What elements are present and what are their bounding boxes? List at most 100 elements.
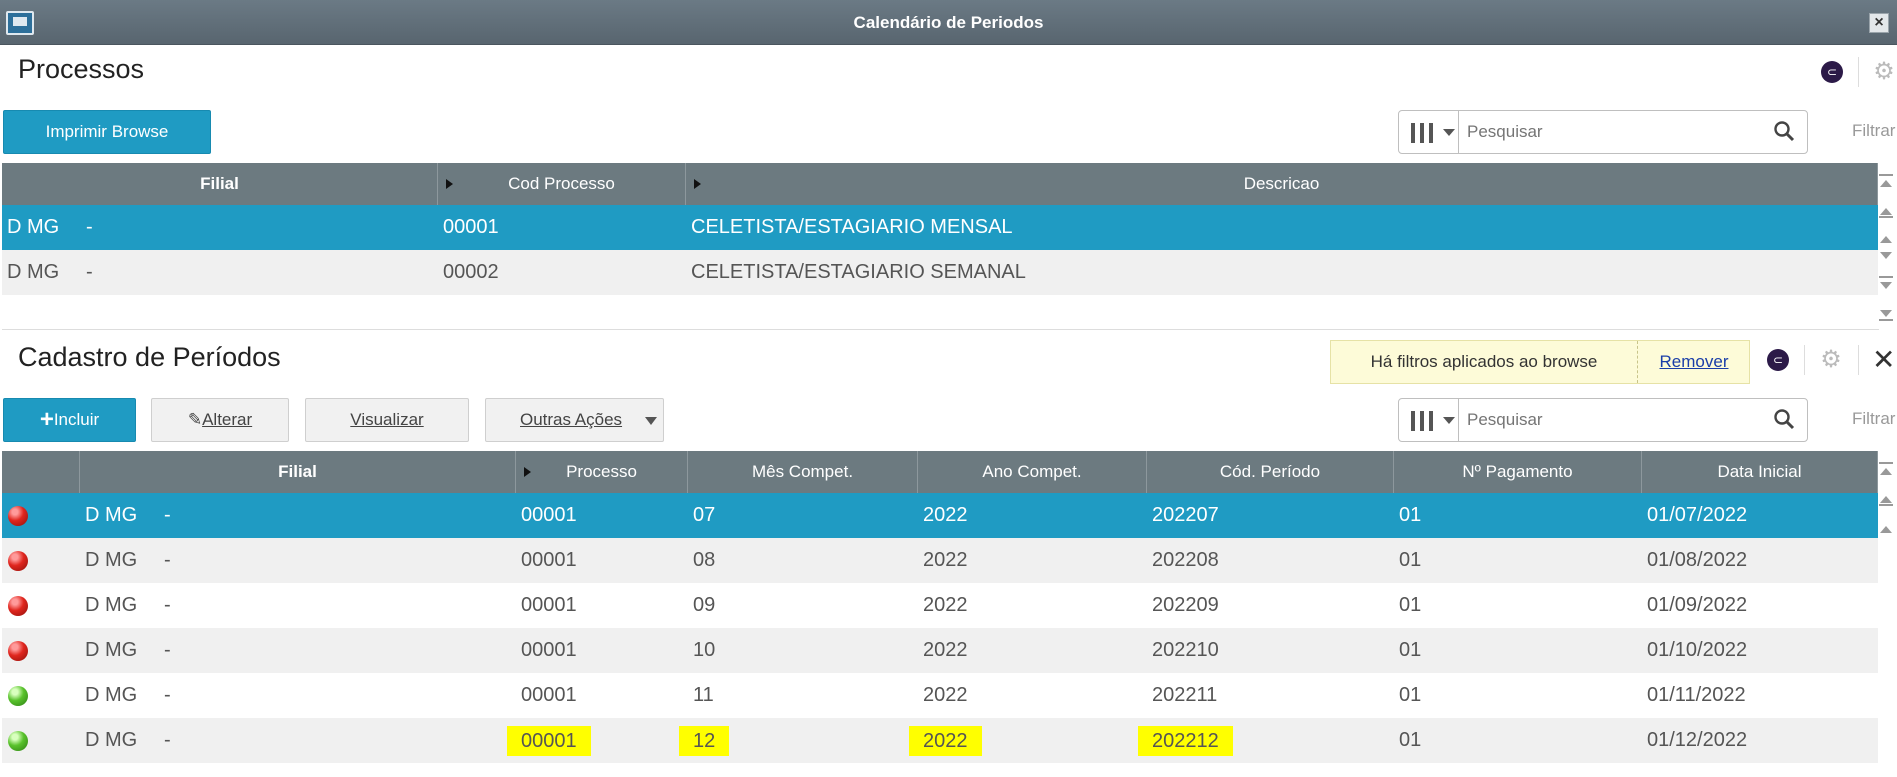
cell-processo: 00001 <box>521 684 577 706</box>
cadastro-grid-header: Filial Processo Mês Compet. Ano Compet. … <box>2 451 1878 493</box>
column-header-cod-processo[interactable]: Cod Processo <box>438 163 686 205</box>
divider <box>1858 345 1859 375</box>
column-header-filial[interactable]: Filial <box>80 451 516 493</box>
close-icon[interactable]: ✕ <box>1872 343 1895 376</box>
incluir-button[interactable]: +Incluir <box>3 398 136 442</box>
column-header-descricao[interactable]: Descricao <box>686 163 1878 205</box>
cell-data: 01/12/2022 <box>1647 729 1748 751</box>
cell-periodo: 202207 <box>1152 504 1219 526</box>
cell-data: 01/07/2022 <box>1647 504 1748 526</box>
scroll-up-icon[interactable] <box>1880 236 1892 243</box>
cell-data: 01/08/2022 <box>1647 549 1748 571</box>
divider <box>1858 57 1859 87</box>
outras-acoes-dropdown[interactable]: Outras Ações <box>485 398 664 442</box>
status-red-icon <box>8 596 28 616</box>
cadastro-title: Cadastro de Períodos <box>18 342 281 372</box>
cell-mes: 10 <box>693 639 716 661</box>
table-row[interactable]: D MG - 00001 08 2022 202208 01 01/08/2022 <box>2 538 1878 583</box>
scroll-page-down-icon[interactable] <box>1880 282 1892 289</box>
column-header-mes-compet[interactable]: Mês Compet. <box>688 451 918 493</box>
cell-ano: 2022 <box>923 684 968 706</box>
table-row[interactable]: D MG - 00001 10 2022 202210 01 01/10/2022 <box>2 628 1878 673</box>
cell-mes: 09 <box>693 594 716 616</box>
chevron-down-icon <box>645 417 657 425</box>
cadastro-filtrar-button[interactable]: Filtrar <box>1852 409 1895 429</box>
column-header-ano-compet[interactable]: Ano Compet. <box>918 451 1147 493</box>
user-icon[interactable]: ⊂ <box>1821 61 1843 83</box>
visualizar-button[interactable]: Visualizar <box>305 398 469 442</box>
cell-pagamento: 01 <box>1399 549 1422 571</box>
filter-notice: Há filtros aplicados ao browse Remover <box>1330 340 1750 384</box>
cell-periodo: 202208 <box>1152 549 1219 571</box>
table-row[interactable]: D MG - 00001 07 2022 202207 01 01/07/2022 <box>2 493 1878 538</box>
cell-ano: 2022 <box>923 504 968 526</box>
column-header-cod-periodo[interactable]: Cód. Período <box>1147 451 1394 493</box>
table-row[interactable]: D MG - 00001 12 2022 202212 01 01/12/2022 <box>2 718 1878 763</box>
column-header-data-inicial[interactable]: Data Inicial <box>1642 451 1878 493</box>
processos-grid-header: Filial Cod Processo Descricao <box>2 163 1878 205</box>
status-red-icon <box>8 551 28 571</box>
remove-filter-link[interactable]: Remover <box>1638 341 1750 383</box>
cell-sep: - <box>164 549 171 571</box>
user-icon[interactable]: ⊂ <box>1767 349 1789 371</box>
column-header-n-pagamento[interactable]: Nº Pagamento <box>1394 451 1642 493</box>
column-header-processo[interactable]: Processo <box>516 451 688 493</box>
gear-icon[interactable]: ⚙ <box>1873 60 1895 84</box>
window-title: Calendário de Periodos <box>853 13 1044 32</box>
processos-search-input[interactable] <box>1467 117 1767 147</box>
cell-periodo: 202209 <box>1152 594 1219 616</box>
scroll-up-icon[interactable] <box>1880 526 1892 533</box>
scroll-page-up-icon[interactable] <box>1880 496 1892 503</box>
alterar-button[interactable]: ✎Alterar <box>151 398 289 442</box>
scroll-top-icon[interactable] <box>1880 180 1892 187</box>
plus-icon: + <box>39 406 54 433</box>
cell-pagamento: 01 <box>1399 639 1422 661</box>
processos-filtrar-button[interactable]: Filtrar <box>1852 121 1895 141</box>
cell-ano: 2022 <box>923 549 968 571</box>
scroll-top-icon[interactable] <box>1880 468 1892 475</box>
table-row[interactable]: D MG - 00002 CELETISTA/ESTAGIARIO SEMANA… <box>2 250 1878 295</box>
cadastro-search-input[interactable] <box>1467 405 1767 435</box>
cell-ano: 2022 <box>909 726 982 756</box>
table-row[interactable]: D MG - 00001 11 2022 202211 01 01/11/2022 <box>2 673 1878 718</box>
cell-pagamento: 01 <box>1399 684 1422 706</box>
scroll-down-icon[interactable] <box>1880 252 1892 259</box>
pencil-icon: ✎ <box>187 410 203 429</box>
search-icon[interactable] <box>1773 408 1795 430</box>
cadastro-scrollbar[interactable] <box>1876 454 1896 544</box>
column-chooser-button[interactable] <box>1399 111 1459 153</box>
cell-filial: D MG <box>85 594 138 616</box>
gear-icon[interactable]: ⚙ <box>1820 348 1842 372</box>
cell-sep: - <box>164 684 171 706</box>
cell-ano: 2022 <box>923 594 968 616</box>
cell-mes: 07 <box>693 504 716 526</box>
print-browse-label: Imprimir Browse <box>45 122 169 141</box>
table-row[interactable]: D MG - 00001 CELETISTA/ESTAGIARIO MENSAL <box>2 205 1878 250</box>
processos-scrollbar[interactable] <box>1876 166 1896 326</box>
cell-pagamento: 01 <box>1399 504 1422 526</box>
cell-sep: - <box>164 729 171 751</box>
cell-descricao: CELETISTA/ESTAGIARIO SEMANAL <box>691 261 1026 283</box>
cell-periodo: 202210 <box>1152 639 1219 661</box>
sort-icon <box>694 179 701 189</box>
cell-filial: D MG <box>7 261 60 283</box>
column-header-filial[interactable]: Filial <box>2 163 438 205</box>
cell-periodo: 202211 <box>1152 684 1218 706</box>
incluir-label: Incluir <box>53 410 100 429</box>
scroll-page-up-icon[interactable] <box>1880 208 1892 215</box>
search-icon[interactable] <box>1773 120 1795 142</box>
cell-filial: D MG <box>85 639 138 661</box>
columns-icon <box>1411 411 1435 431</box>
cell-separator: - <box>86 261 93 283</box>
status-red-icon <box>8 506 28 526</box>
table-row[interactable]: D MG - 00001 09 2022 202209 01 01/09/2022 <box>2 583 1878 628</box>
column-chooser-button[interactable] <box>1399 399 1459 441</box>
cell-pagamento: 01 <box>1399 594 1422 616</box>
cell-sep: - <box>164 504 171 526</box>
cell-cod-processo: 00001 <box>443 216 499 238</box>
scroll-bottom-icon[interactable] <box>1880 310 1892 317</box>
cell-mes: 12 <box>679 726 730 756</box>
print-browse-button[interactable]: Imprimir Browse <box>3 110 211 154</box>
outras-acoes-label: Outras Ações <box>520 410 623 429</box>
window-close-button[interactable]: × <box>1869 13 1889 33</box>
